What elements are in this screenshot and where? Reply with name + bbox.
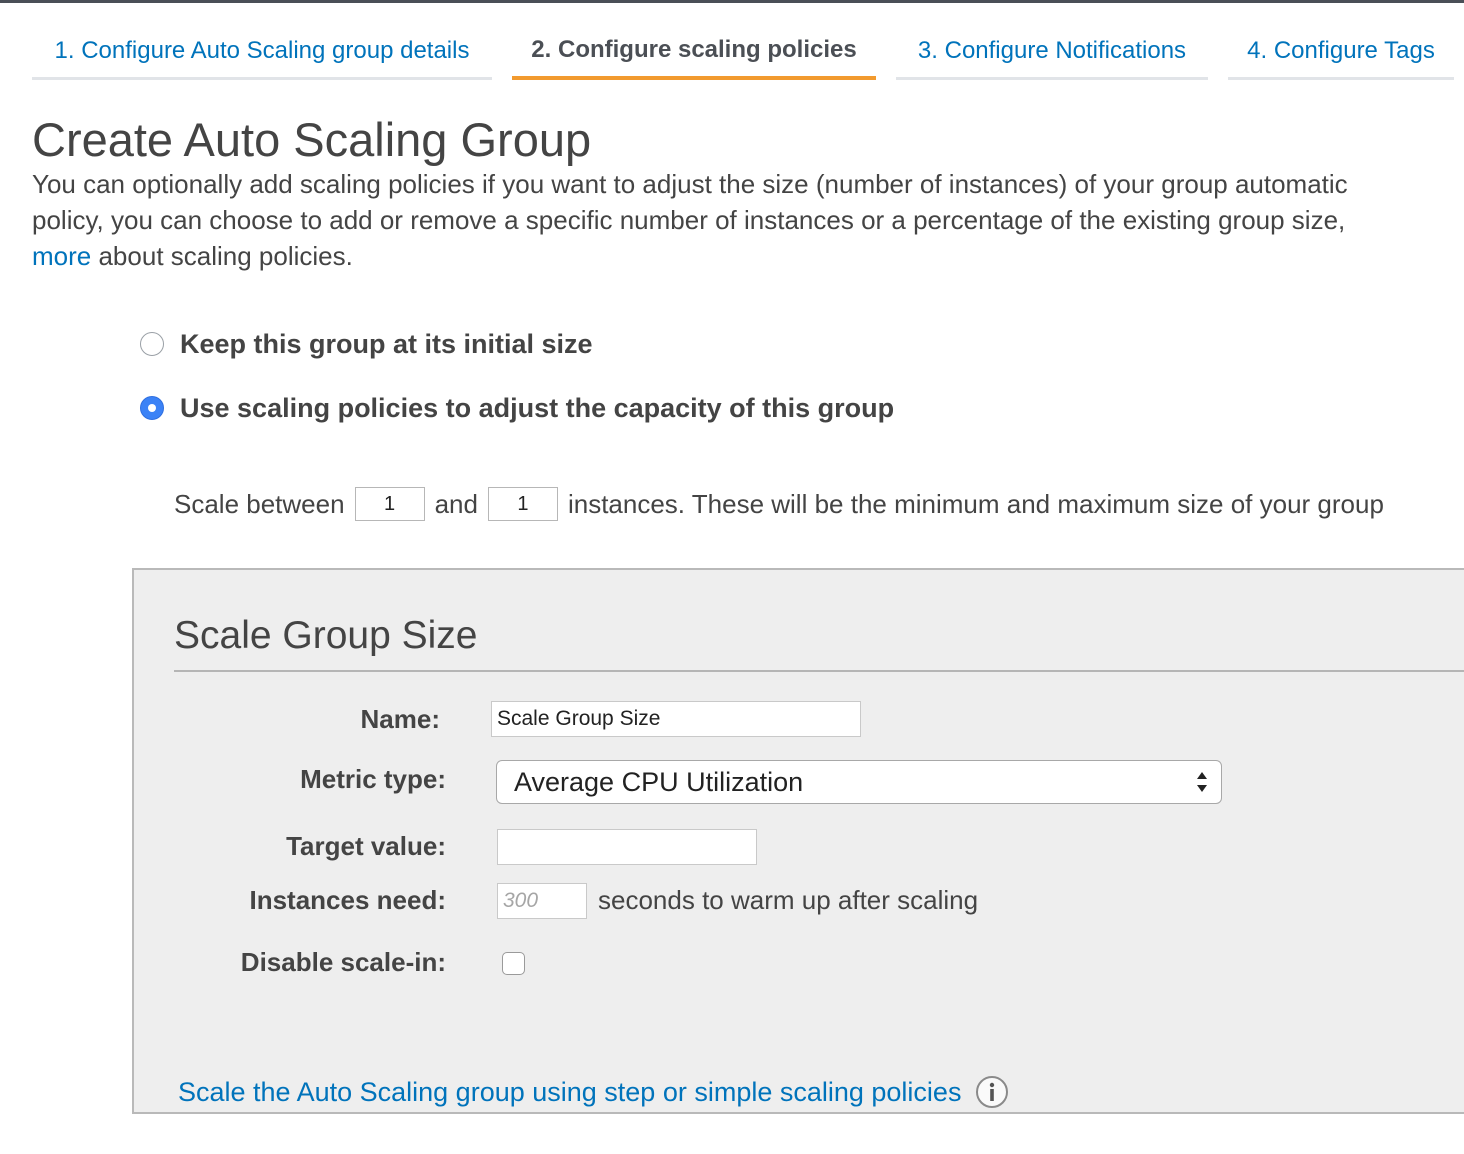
info-icon[interactable] [975, 1075, 1009, 1109]
tab-configure-group-details[interactable]: 1. Configure Auto Scaling group details [32, 0, 492, 80]
option-use-scaling-policies-label: Use scaling policies to adjust the capac… [180, 392, 895, 423]
option-use-scaling-policies[interactable]: Use scaling policies to adjust the capac… [140, 392, 894, 424]
description-line-2: policy, you can choose to add or remove … [32, 205, 1346, 235]
page-description: You can optionally add scaling policies … [32, 166, 1464, 274]
warmup-suffix: seconds to warm up after scaling [598, 885, 979, 915]
description-line-3-text: about scaling policies. [91, 241, 353, 271]
option-keep-initial-size[interactable]: Keep this group at its initial size [140, 328, 593, 360]
description-line-3: more about scaling policies. [32, 238, 1464, 274]
scale-and-label: and [434, 488, 478, 519]
warmup-label: Instances need: [249, 885, 446, 915]
tab-configure-notifications[interactable]: 3. Configure Notifications [896, 0, 1208, 80]
metric-type-value: Average CPU Utilization [514, 766, 804, 797]
tab-label: 3. Configure Notifications [917, 36, 1187, 64]
page-title: Create Auto Scaling Group [32, 113, 592, 166]
metric-type-label: Metric type: [300, 764, 446, 794]
disable-scale-in-label: Disable scale-in: [240, 947, 446, 977]
tab-label: 1. Configure Auto Scaling group details [54, 36, 470, 64]
policy-divider [174, 670, 1464, 672]
max-instances-input[interactable] [487, 487, 558, 521]
option-keep-initial-size-label: Keep this group at its initial size [180, 328, 593, 359]
tab-configure-scaling-policies[interactable]: 2. Configure scaling policies [512, 0, 876, 80]
step-simple-policies-label: Scale the Auto Scaling group using step … [178, 1076, 962, 1107]
tab-configure-tags[interactable]: 4. Configure Tags [1228, 0, 1454, 80]
scale-between-label: Scale between [174, 488, 345, 519]
learn-more-link[interactable]: more [32, 241, 91, 271]
tab-label: 4. Configure Tags [1247, 36, 1435, 64]
policy-name-input[interactable] [491, 701, 861, 737]
tab-label: 2. Configure scaling policies [531, 36, 857, 63]
radio-keep-initial-size[interactable] [140, 332, 164, 356]
warmup-seconds-input[interactable] [497, 883, 587, 919]
policy-title: Scale Group Size [174, 614, 478, 657]
description-line-1: You can optionally add scaling policies … [32, 169, 1348, 199]
target-value-input[interactable] [497, 829, 757, 865]
step-simple-policies-link[interactable]: Scale the Auto Scaling group using step … [178, 1074, 1009, 1110]
radio-use-scaling-policies[interactable] [140, 396, 164, 420]
scale-between-suffix: instances. These will be the minimum and… [567, 488, 1384, 519]
select-arrows-icon [1197, 772, 1207, 792]
metric-type-select[interactable]: Average CPU Utilization [496, 760, 1222, 804]
min-instances-input[interactable] [354, 487, 425, 521]
scale-between-row: Scale between and instances. These will … [174, 486, 1384, 522]
target-value-label: Target value: [286, 831, 446, 861]
disable-scale-in-checkbox[interactable] [502, 952, 525, 975]
name-label: Name: [360, 704, 440, 734]
